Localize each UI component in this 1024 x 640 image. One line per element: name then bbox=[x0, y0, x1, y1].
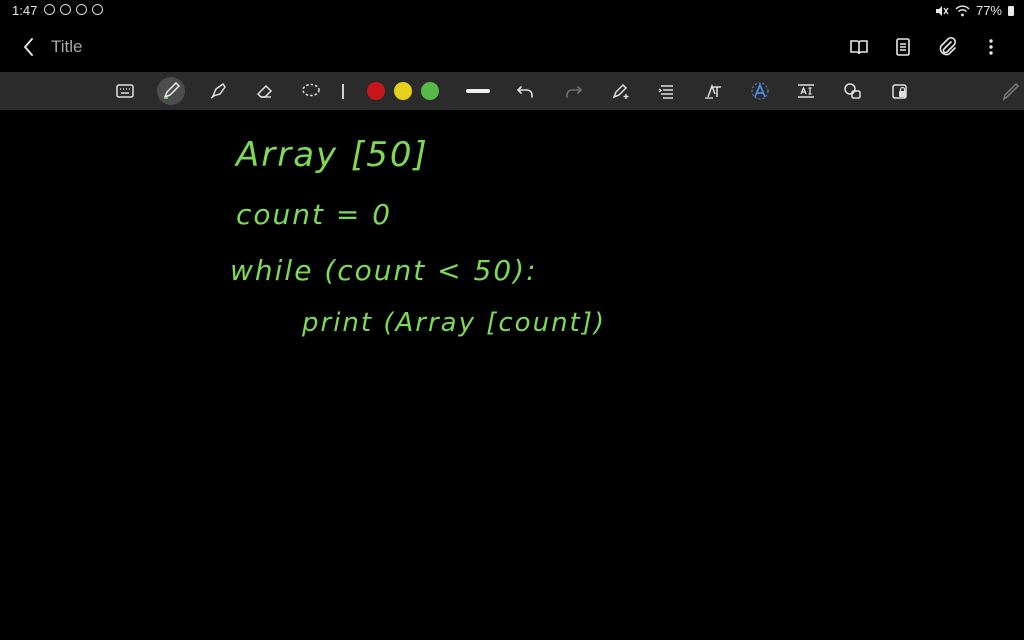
handwriting-to-text-tool[interactable] bbox=[746, 77, 774, 105]
paperclip-icon bbox=[939, 36, 957, 56]
lock-page-tool[interactable] bbox=[886, 77, 914, 105]
mute-icon bbox=[935, 5, 949, 16]
pen-settings-tool[interactable] bbox=[607, 77, 635, 105]
page-title[interactable]: Title bbox=[51, 37, 83, 57]
more-vertical-icon bbox=[989, 39, 993, 55]
undo-button[interactable] bbox=[512, 77, 540, 105]
redo-button[interactable] bbox=[559, 77, 587, 105]
pen-color-red[interactable] bbox=[367, 82, 385, 100]
highlighter-tool[interactable] bbox=[204, 77, 232, 105]
pen-icon bbox=[163, 81, 181, 99]
battery-percent: 77% bbox=[975, 3, 1002, 18]
pen-tool[interactable] bbox=[157, 77, 185, 105]
stroke-width-tool[interactable] bbox=[464, 77, 492, 105]
text-icon bbox=[705, 83, 721, 99]
toolbar-divider bbox=[342, 84, 344, 99]
ink-line-4: print (Array [count]) bbox=[302, 308, 607, 338]
ink-line-2: count = 0 bbox=[236, 198, 393, 231]
shapes-tool[interactable] bbox=[839, 77, 867, 105]
eraser-tool[interactable] bbox=[250, 77, 278, 105]
lasso-icon bbox=[302, 83, 320, 97]
do-not-disturb-icon bbox=[44, 4, 55, 15]
title-actions bbox=[848, 36, 1002, 58]
note-canvas[interactable]: Array [50] count = 0 while (count < 50):… bbox=[0, 110, 1024, 640]
lasso-tool[interactable] bbox=[297, 77, 325, 105]
reading-mode-button[interactable] bbox=[848, 36, 870, 58]
shapes-icon bbox=[844, 83, 861, 99]
toolbar-pen-shortcut[interactable] bbox=[996, 77, 1024, 105]
text-tool[interactable] bbox=[699, 77, 727, 105]
status-bar: 1:47 77% bbox=[0, 0, 1024, 22]
highlighter-icon bbox=[210, 82, 226, 99]
document-icon bbox=[896, 38, 910, 56]
status-notification-icons bbox=[44, 4, 103, 15]
text-align-tool[interactable] bbox=[653, 77, 681, 105]
more-options-button[interactable] bbox=[980, 36, 1002, 58]
pencil-icon bbox=[1002, 82, 1020, 101]
text-align-icon bbox=[658, 85, 673, 99]
book-icon bbox=[850, 40, 868, 55]
pen-plus-icon bbox=[612, 83, 629, 99]
battery-icon bbox=[1008, 5, 1014, 16]
sync-icon bbox=[76, 4, 87, 15]
screenshot-icon bbox=[60, 4, 71, 15]
status-right: 77% bbox=[935, 3, 1014, 18]
page-list-button[interactable] bbox=[892, 36, 914, 58]
handwriting-convert-icon bbox=[751, 82, 769, 100]
line-width-icon bbox=[466, 89, 490, 93]
page-lock-icon bbox=[892, 84, 907, 99]
pen-color-green[interactable] bbox=[421, 82, 439, 100]
pen-color-yellow[interactable] bbox=[394, 82, 412, 100]
attach-button[interactable] bbox=[936, 36, 958, 58]
redo-icon bbox=[566, 86, 583, 98]
undo-icon bbox=[516, 86, 533, 98]
text-box-icon bbox=[798, 84, 814, 98]
chevron-left-icon bbox=[24, 38, 33, 56]
keyboard-icon bbox=[116, 84, 134, 98]
insert-text-box-tool[interactable] bbox=[792, 77, 820, 105]
eraser-icon bbox=[256, 84, 273, 98]
title-bar: Title bbox=[0, 22, 1024, 72]
ink-line-1: Array [50] bbox=[236, 135, 429, 175]
ink-line-3: while (count < 50): bbox=[230, 254, 538, 287]
screenshot-icon-2 bbox=[92, 4, 103, 15]
wifi-icon bbox=[955, 5, 970, 16]
keyboard-tool[interactable] bbox=[111, 77, 139, 105]
status-time: 1:47 bbox=[12, 3, 38, 18]
drawing-toolbar bbox=[0, 72, 1024, 110]
back-button[interactable] bbox=[18, 34, 40, 60]
